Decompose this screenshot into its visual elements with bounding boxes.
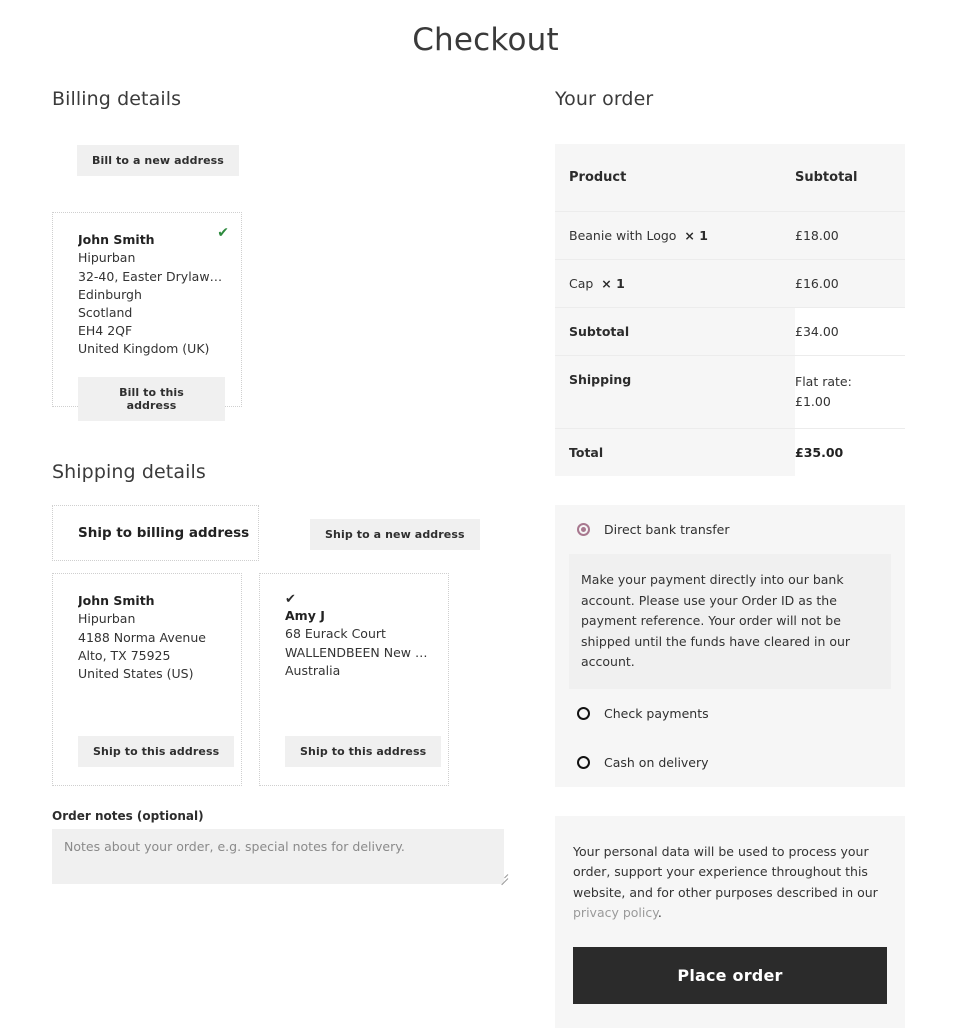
billing-new-address-wrap: Bill to a new address: [52, 145, 512, 177]
payment-method-check-payments[interactable]: Check payments: [555, 689, 905, 738]
billing-state: Scotland: [78, 305, 133, 320]
table-row: Cap × 1 £16.00: [555, 259, 905, 308]
privacy-text-before: Your personal data will be used to proce…: [573, 843, 878, 900]
billing-company: Hipurban: [78, 250, 136, 266]
payment-method-label-1: Direct bank transfer: [604, 522, 730, 537]
radio-unselected-icon[interactable]: [577, 755, 590, 769]
shipping-address-cards: John Smith Hipurban 4188 Norma Avenue Al…: [52, 573, 512, 787]
order-item-2-qty: × 1: [601, 276, 625, 291]
privacy-policy-text: Your personal data will be used to proce…: [573, 842, 887, 924]
order-item-2-price: £16.00: [795, 259, 905, 308]
order-notes-input[interactable]: [52, 829, 504, 885]
shipping-1-name: John Smith: [78, 593, 155, 609]
ship-to-billing-address-label: Ship to billing address: [78, 525, 250, 542]
selected-check-icon: ✔: [285, 592, 296, 608]
place-order-button[interactable]: Place order: [573, 946, 887, 1004]
payment-method-label-2: Check payments: [604, 705, 709, 721]
shipping-label: Shipping: [555, 355, 795, 429]
subtotal-label: Subtotal: [555, 307, 795, 356]
order-summary-column: Your order Product Subtotal Beanie with …: [555, 88, 905, 1028]
payment-method-label-3: Cash on delivery: [604, 754, 709, 770]
billing-address1: 32-40, Easter Drylaw Place: [78, 268, 225, 284]
shipping-2-city: WALLENDBEEN New South W…: [285, 644, 434, 660]
shipping-1-city: Alto, TX 75925: [78, 647, 171, 663]
shipping-2-name: Amy J: [285, 608, 325, 624]
order-item-2-name: Cap: [569, 276, 594, 291]
shipping-row: Shipping Flat rate: £1.00: [555, 355, 905, 429]
billing-country: United Kingdom (UK): [78, 341, 210, 357]
payment-method-direct-bank-transfer[interactable]: Direct bank transfer: [555, 505, 905, 554]
shipping-method: Flat rate:: [795, 374, 852, 389]
ship-to-this-address-button-2[interactable]: Ship to this address: [285, 736, 442, 768]
order-notes-label: Order notes (optional): [52, 809, 204, 824]
payment-methods-box: Direct bank transfer Make your payment d…: [555, 505, 905, 787]
selected-check-icon: ✔: [217, 225, 229, 242]
billing-address-card[interactable]: ✔ John Smith Hipurban 32-40, Easter Dryl…: [52, 212, 242, 421]
payment-method-description: Make your payment directly into our bank…: [569, 554, 891, 689]
billing-city: Edinburgh: [78, 286, 142, 302]
page-title: Checkout: [412, 22, 559, 58]
shipping-2-address1: 68 Eurack Court: [285, 626, 386, 642]
privacy-and-submit-box: Your personal data will be used to proce…: [555, 815, 905, 1028]
radio-selected-icon[interactable]: [577, 523, 590, 536]
shipping-amount: £1.00: [795, 394, 831, 409]
shipping-details-title: Shipping details: [52, 461, 206, 484]
billing-postcode: EH4 2QF: [78, 323, 133, 339]
order-table-head: Product Subtotal: [555, 144, 905, 212]
ship-to-this-address-button-1[interactable]: Ship to this address: [78, 736, 235, 768]
shipping-1-address1: 4188 Norma Avenue: [78, 629, 206, 645]
order-item-1-price: £18.00: [795, 211, 905, 260]
order-item-1-qty: × 1: [684, 228, 708, 243]
shipping-value: Flat rate: £1.00: [795, 355, 905, 429]
order-table-foot: Subtotal £34.00 Shipping Flat rate: £1.0…: [555, 307, 905, 476]
billing-name: John Smith: [78, 232, 155, 248]
total-value: £35.00: [795, 428, 905, 476]
privacy-policy-link[interactable]: privacy policy: [573, 905, 658, 920]
ship-to-billing-address-card[interactable]: Ship to billing address: [52, 505, 259, 562]
shipping-address-card-2[interactable]: ✔ Amy J 68 Eurack Court WALLENDBEEN New …: [259, 573, 449, 787]
total-row: Total £35.00: [555, 428, 905, 476]
table-row: Beanie with Logo × 1 £18.00: [555, 211, 905, 260]
radio-unselected-icon[interactable]: [577, 706, 590, 720]
shipping-choice-row: Ship to billing address Ship to a new ad…: [52, 505, 512, 562]
billing-shipping-column: Billing details Bill to a new address ✔ …: [52, 88, 512, 886]
subtotal-value: £34.00: [795, 307, 905, 356]
column-header-product: Product: [555, 144, 795, 212]
total-label: Total: [555, 428, 795, 476]
subtotal-row: Subtotal £34.00: [555, 307, 905, 356]
order-item-1: Beanie with Logo × 1: [555, 211, 795, 260]
bill-to-this-address-button[interactable]: Bill to this address: [78, 376, 225, 421]
order-table-header-row: Product Subtotal: [555, 144, 905, 212]
bill-to-new-address-button[interactable]: Bill to a new address: [77, 145, 239, 177]
order-item-2: Cap × 1: [555, 259, 795, 308]
column-header-subtotal: Subtotal: [795, 144, 905, 212]
privacy-text-after: .: [657, 905, 662, 920]
shipping-address-card-1[interactable]: John Smith Hipurban 4188 Norma Avenue Al…: [52, 573, 242, 787]
shipping-1-country: United States (US): [78, 666, 194, 681]
billing-details-title: Billing details: [52, 88, 182, 110]
order-notes-field: Order notes (optional): [52, 809, 512, 886]
payment-method-cash-on-delivery[interactable]: Cash on delivery: [555, 738, 905, 787]
ship-to-new-address-button[interactable]: Ship to a new address: [310, 519, 480, 551]
your-order-title: Your order: [555, 88, 654, 110]
order-item-1-name: Beanie with Logo: [569, 228, 677, 243]
shipping-2-country: Australia: [285, 662, 341, 678]
order-table-body: Beanie with Logo × 1 £18.00 Cap × 1 £16.…: [555, 211, 905, 308]
order-summary-table: Product Subtotal Beanie with Logo × 1 £1…: [555, 144, 905, 476]
shipping-1-company: Hipurban: [78, 611, 136, 627]
